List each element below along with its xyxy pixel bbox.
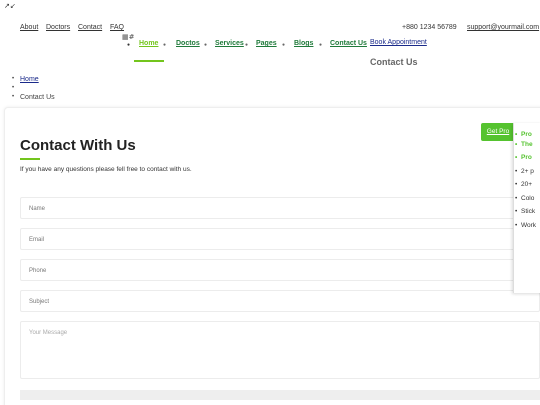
name-placeholder: Name xyxy=(29,206,46,212)
pro-feature-item: The xyxy=(515,141,532,148)
pro-feature-item: Colo xyxy=(515,195,535,202)
phone-placeholder: Phone xyxy=(29,268,47,274)
nav-item-services[interactable]: Services xyxy=(215,40,244,47)
submit-button[interactable] xyxy=(20,390,540,400)
nav-bullet: ● xyxy=(245,42,249,48)
breadcrumb-item xyxy=(12,84,55,93)
breadcrumb-home-link[interactable]: Home xyxy=(20,76,39,83)
top-bar: About Doctors Contact FAQ +880 1234 5678… xyxy=(0,24,540,36)
title-accent-bar xyxy=(20,158,40,160)
breadcrumb-item: Home xyxy=(12,75,55,84)
phone-field[interactable]: Phone xyxy=(20,259,540,281)
email-field[interactable]: Email xyxy=(20,228,540,250)
breadcrumb-item-current: Contact Us xyxy=(12,93,55,102)
nav-link-contact-us[interactable]: Contact Us xyxy=(330,40,367,47)
form-description: If you have any questions please fell fr… xyxy=(20,166,192,173)
nav-link-doctors[interactable]: Doctos xyxy=(176,40,200,47)
nav-bullet: ● xyxy=(127,42,131,48)
pro-feature-item: Pro xyxy=(515,131,532,138)
breadcrumb-current: Contact Us xyxy=(20,94,55,101)
pro-feature-item: 2+ p xyxy=(515,168,534,175)
nav-bullet: ● xyxy=(204,42,208,48)
name-field[interactable]: Name xyxy=(20,197,540,219)
pro-feature-item: Stick xyxy=(515,208,535,215)
pro-feature-item: Pro xyxy=(515,154,532,161)
phone-number: +880 1234 56789 xyxy=(402,24,457,31)
pro-feature-item: 20+ xyxy=(515,181,532,188)
topbar-link-about[interactable]: About xyxy=(20,24,38,31)
topbar-link-contact[interactable]: Contact xyxy=(78,24,102,31)
get-pro-button[interactable]: Get Pro xyxy=(481,123,515,141)
subject-placeholder: Subject xyxy=(29,299,50,305)
nav-link-services[interactable]: Services xyxy=(215,40,244,47)
topbar-link-doctors[interactable]: Doctors xyxy=(46,24,70,31)
breadcrumb: Home Contact Us xyxy=(12,75,55,102)
nav-bullet: ● xyxy=(319,42,323,48)
email-placeholder: Email xyxy=(29,237,45,243)
book-appointment-link[interactable]: Book Appointment xyxy=(370,39,427,46)
page-title: Contact Us xyxy=(370,57,418,67)
topbar-link-faq[interactable]: FAQ xyxy=(110,24,124,31)
nav-link-home[interactable]: Home xyxy=(139,40,158,47)
resize-icon: ↗↙ xyxy=(4,2,16,10)
nav-active-indicator xyxy=(134,60,164,62)
nav-bullet: ● xyxy=(163,42,167,48)
form-title: Contact With Us xyxy=(20,137,136,154)
nav-item-contact-us[interactable]: Contact Us xyxy=(330,40,367,47)
nav-link-pages[interactable]: Pages xyxy=(256,40,277,47)
nav-item-pages[interactable]: Pages xyxy=(256,40,277,47)
message-textarea[interactable]: Your Message xyxy=(20,321,540,379)
message-placeholder: Your Message xyxy=(29,330,68,336)
support-email-link[interactable]: support@yourmail.com xyxy=(467,24,539,31)
nav-item-blogs[interactable]: Blogs xyxy=(294,40,313,47)
nav-link-blogs[interactable]: Blogs xyxy=(294,40,313,47)
nav-item-home[interactable]: Home xyxy=(139,40,158,47)
subject-field[interactable]: Subject xyxy=(20,290,540,312)
pro-features-panel: Pro The Pro 2+ p 20+ Colo Stick Work xyxy=(513,123,540,293)
nav-bullet: ● xyxy=(282,42,286,48)
nav-item-doctors[interactable]: Doctos xyxy=(176,40,200,47)
pro-feature-item: Work xyxy=(515,222,536,229)
